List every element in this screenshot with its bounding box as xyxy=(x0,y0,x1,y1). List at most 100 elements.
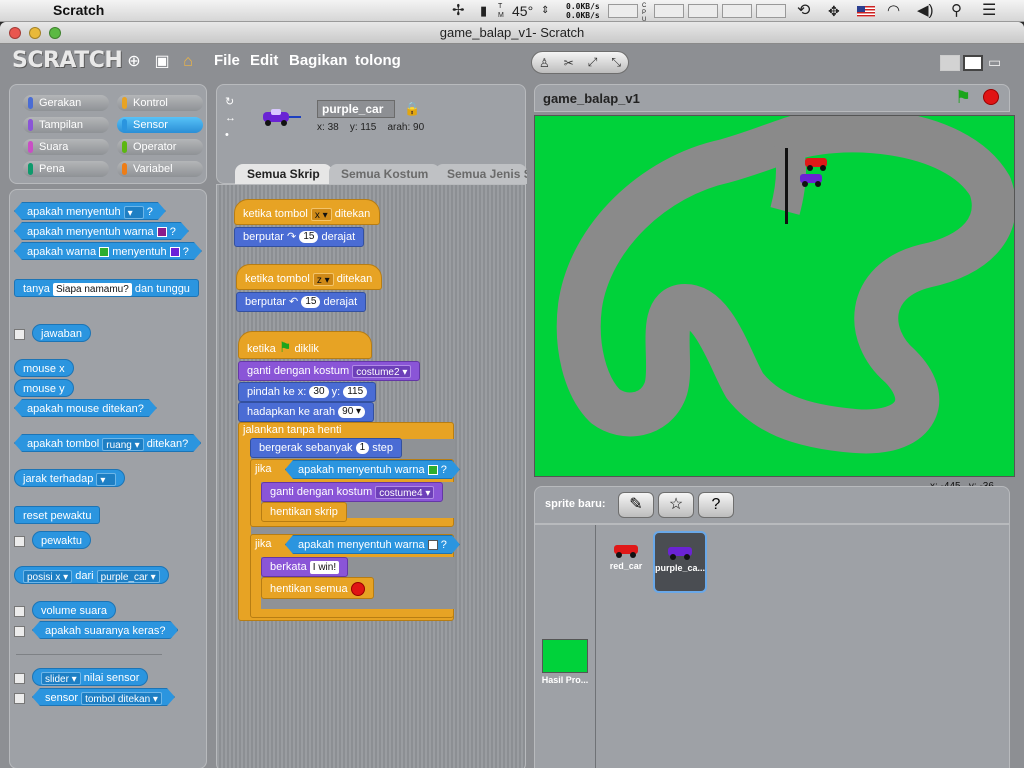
stage[interactable] xyxy=(534,115,1015,477)
sprite-purple-car[interactable]: purple_ca... xyxy=(653,531,707,593)
list-icon[interactable]: ☰ xyxy=(982,0,996,22)
rotate-all-icon[interactable]: ↻ xyxy=(225,95,234,108)
forever-label: jalankan tanpa henti xyxy=(243,424,342,436)
flip-icon[interactable]: ↔ xyxy=(225,112,236,124)
zoom-button[interactable] xyxy=(49,27,61,39)
presentation-icon[interactable]: ▭ xyxy=(988,55,1006,71)
no-rotate-icon[interactable]: • xyxy=(225,129,229,141)
small-stage-icon[interactable] xyxy=(940,55,960,71)
if-label: jika xyxy=(255,463,272,475)
category-looks[interactable]: Tampilan xyxy=(23,117,109,133)
block-key-pressed[interactable]: apakah tombol ruang ▾ ditekan? xyxy=(14,434,201,452)
block-sensor[interactable]: sensor tombol ditekan ▾ xyxy=(32,688,175,706)
menu-share[interactable]: Bagikan xyxy=(289,52,347,69)
move-icon[interactable]: ✥ xyxy=(828,0,840,22)
category-operators[interactable]: Operator xyxy=(117,139,203,155)
close-button[interactable] xyxy=(9,27,21,39)
block-turn-right[interactable]: berputar ↷ 15 derajat xyxy=(234,227,365,247)
sprite-thumbnail xyxy=(263,109,301,126)
block-distance[interactable]: jarak terhadap ▾ xyxy=(14,469,126,487)
volume-icon[interactable]: ◀) xyxy=(917,0,934,22)
tab-costumes[interactable]: Semua Kostum xyxy=(329,164,441,184)
app-menu[interactable]: Scratch xyxy=(53,2,104,18)
us-flag-icon[interactable] xyxy=(857,6,875,17)
block-say[interactable]: berkata I win! xyxy=(261,557,349,577)
block-loudness[interactable]: volume suara xyxy=(32,601,117,619)
hat-when-key-x[interactable]: ketika tombol x ▾ ditekan xyxy=(234,199,380,225)
category-variables[interactable]: Variabel xyxy=(117,161,203,177)
sprite-list: red_car purple_ca... Hasil Pro... xyxy=(534,524,1010,768)
block-color-touching[interactable]: apakah warna menyentuh ? xyxy=(14,242,202,260)
block-timer[interactable]: pewaktu xyxy=(32,531,91,549)
globe-icon[interactable]: ⊕ xyxy=(124,52,144,72)
block-touching-green[interactable]: apakah menyentuh warna ? xyxy=(285,460,460,479)
shrink-icon[interactable]: ⤡ xyxy=(611,55,621,70)
block-answer[interactable]: jawaban xyxy=(32,324,91,342)
bookmark-icon[interactable]: ▮ xyxy=(480,0,487,22)
block-turn-left[interactable]: berputar ↶ 15 derajat xyxy=(236,292,367,312)
category-sensing[interactable]: Sensor xyxy=(117,117,203,133)
block-mouse-x[interactable]: mouse x xyxy=(14,359,74,377)
delete-icon[interactable]: ✂ xyxy=(564,56,574,70)
scripts-area[interactable]: ketika tombol x ▾ ditekan berputar ↷ 15 … xyxy=(216,184,526,768)
wifi-icon[interactable]: ◠ xyxy=(887,0,900,22)
spotlight-icon[interactable]: ⚲ xyxy=(951,0,962,22)
menu-edit[interactable]: Edit xyxy=(250,52,278,69)
block-switch-costume[interactable]: ganti dengan kostum costume2 ▾ xyxy=(238,361,421,381)
block-attribute-of[interactable]: posisi x ▾ dari purple_car ▾ xyxy=(14,566,169,584)
cpu-graph-3 xyxy=(722,4,752,18)
timer-checkbox[interactable] xyxy=(14,536,25,547)
block-stop-script[interactable]: hentikan skrip xyxy=(261,502,347,522)
block-switch-costume-2[interactable]: ganti dengan kostum costume4 ▾ xyxy=(261,482,444,502)
tab-sounds[interactable]: Semua Jenis Suara xyxy=(435,164,527,184)
block-touching[interactable]: apakah menyentuh ▾ ? xyxy=(14,202,166,220)
sprite-name-input[interactable]: purple_car xyxy=(317,100,395,118)
hat-when-key-z[interactable]: ketika tombol z ▾ ditekan xyxy=(236,264,382,290)
block-stop-all[interactable]: hentikan semua xyxy=(261,577,374,599)
block-sensor-value[interactable]: slider ▾ nilai sensor xyxy=(32,668,149,686)
grow-icon[interactable]: ⤢ xyxy=(588,55,598,70)
stop-icon[interactable] xyxy=(983,89,999,105)
category-pen[interactable]: Pena xyxy=(23,161,109,177)
block-reset-timer[interactable]: reset pewaktu xyxy=(14,506,101,524)
sensor-checkbox[interactable] xyxy=(14,693,25,704)
block-move[interactable]: bergerak sebanyak 1 step xyxy=(250,438,403,458)
sprite-name: red_car xyxy=(609,561,643,571)
share-icon[interactable]: ⌂ xyxy=(178,52,198,72)
block-mouse-down[interactable]: apakah mouse ditekan? xyxy=(14,399,157,417)
fan-icon[interactable]: ✢ xyxy=(452,0,465,22)
answer-checkbox[interactable] xyxy=(14,329,25,340)
block-ask[interactable]: tanya Siapa namamu? dan tunggu xyxy=(14,279,199,297)
stage-thumbnail xyxy=(542,639,588,673)
menu-file[interactable]: File xyxy=(214,52,240,69)
block-point-direction[interactable]: hadapkan ke arah 90 ▾ xyxy=(238,402,375,422)
system-menubar: Scratch ✢ ▮ TM 45° ⇕ 0.0KB/s 0.0KB/s CPU… xyxy=(0,0,1024,23)
tab-scripts[interactable]: Semua Skrip xyxy=(235,164,332,184)
menu-help[interactable]: tolong xyxy=(355,52,401,69)
loud-checkbox[interactable] xyxy=(14,626,25,637)
duplicate-icon[interactable]: ♙ xyxy=(539,56,550,70)
random-sprite-icon[interactable]: ? xyxy=(698,492,734,518)
block-touching-color[interactable]: apakah menyentuh warna ? xyxy=(14,222,189,240)
sensor-value-checkbox[interactable] xyxy=(14,673,25,684)
lock-icon[interactable]: 🔒 xyxy=(404,101,420,117)
normal-stage-icon[interactable] xyxy=(963,55,983,71)
block-goto-xy[interactable]: pindah ke x: 30 y: 115 xyxy=(238,382,377,402)
block-touching-white[interactable]: apakah menyentuh warna ? xyxy=(285,535,460,554)
hat-when-flag[interactable]: ketika ⚑ diklik xyxy=(238,331,372,359)
category-sound[interactable]: Suara xyxy=(23,139,109,155)
category-control[interactable]: Kontrol xyxy=(117,95,203,111)
new-sprite-bar: sprite baru: ✎ ☆ ? xyxy=(534,486,1010,524)
stage-thumb[interactable]: Hasil Pro... xyxy=(539,635,591,697)
category-motion[interactable]: Gerakan xyxy=(23,95,109,111)
loudness-checkbox[interactable] xyxy=(14,606,25,617)
save-icon[interactable]: ▣ xyxy=(152,52,172,72)
paint-sprite-icon[interactable]: ✎ xyxy=(618,492,654,518)
sprite-red-car[interactable]: red_car xyxy=(599,531,653,593)
choose-sprite-icon[interactable]: ☆ xyxy=(658,492,694,518)
green-flag-icon[interactable]: ⚑ xyxy=(955,87,971,108)
minimize-button[interactable] xyxy=(29,27,41,39)
block-mouse-y[interactable]: mouse y xyxy=(14,379,74,397)
block-loud[interactable]: apakah suaranya keras? xyxy=(32,621,178,639)
time-machine-icon[interactable]: ⟲ xyxy=(797,0,810,22)
